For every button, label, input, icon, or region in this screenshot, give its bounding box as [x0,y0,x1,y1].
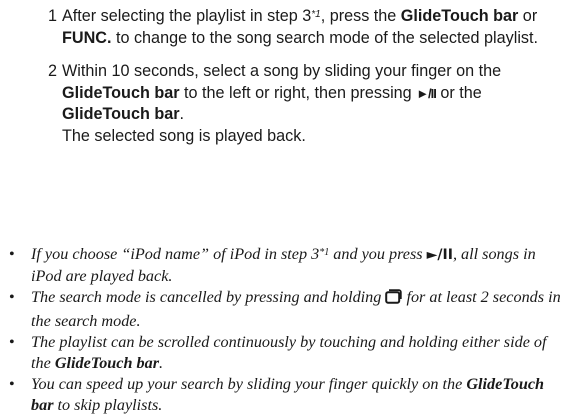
step-text-part: or [518,7,538,25]
note-text: . [159,354,164,373]
bullet: • [9,245,15,263]
note-item: • The playlist can be scrolled continuou… [6,332,562,374]
step-number: 2 [48,62,58,80]
play-pause-icon: ►/II [426,247,453,263]
step-1: 1 After selecting the playlist in step 3… [48,6,562,49]
note-text: to skip playlists. [53,396,163,415]
note-item: • You can speed up your search by slidin… [6,374,562,416]
step-text-part: , press the [320,7,401,25]
step-text: Within 10 seconds, select a song by slid… [62,61,562,126]
bullet: • [9,375,15,394]
button-name-glidetouch: GlideTouch bar [62,105,180,123]
note-text: The search mode is cancelled by pressing… [31,288,386,307]
step-result: The selected song is played back. [62,126,306,145]
note-text: and you press [329,245,427,263]
button-name-glidetouch: GlideTouch bar [400,7,519,25]
notes-list: • If you choose “iPod name” of iPod in s… [6,244,562,417]
footnote-ref: *1 [311,9,321,20]
step-2: 2 Within 10 seconds, select a song by sl… [48,61,562,147]
button-name-glidetouch: GlideTouch bar [54,354,160,373]
note-item: • If you choose “iPod name” of iPod in s… [6,244,562,287]
step-text-part: Within 10 seconds, select a song by slid… [62,62,502,80]
step-text-part: . [179,105,185,123]
folder-icon [385,289,403,310]
play-pause-icon: ►/II [416,85,437,101]
step-text-part: or the [435,83,482,102]
bullet: • [9,288,15,307]
step-text-part: to the left or right, then pressing [179,83,417,102]
note-item: • The search mode is cancelled by pressi… [6,287,562,331]
step-text-part: to change to the song search mode of the… [111,28,539,47]
step-text: After selecting the playlist in step 3*1… [62,6,562,49]
note-text: If you choose “iPod name” of iPod in ste… [31,245,320,263]
step-text-part: After selecting the playlist in step 3 [62,7,312,25]
step-number: 1 [48,7,58,25]
note-text: You can speed up your search by sliding … [31,375,467,394]
bullet: • [9,332,15,351]
button-name-func: FUNC. [62,28,112,47]
footnote-ref: *1 [319,247,330,258]
button-name-glidetouch: GlideTouch bar [62,83,180,102]
procedure-steps: 1 After selecting the playlist in step 3… [48,6,562,159]
